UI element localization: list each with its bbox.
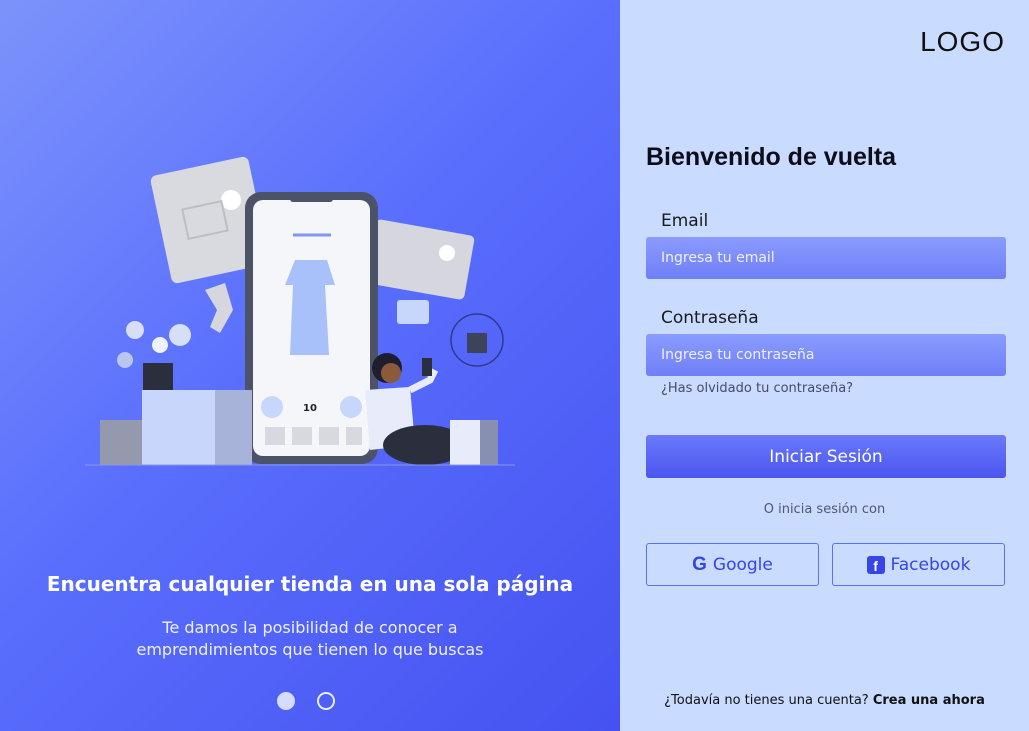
- email-placeholder: Ingresa tu email: [661, 250, 775, 266]
- hero-subtitle-line2: emprendimientos que tienen lo que buscas: [136, 640, 484, 659]
- google-label: Google: [712, 554, 773, 575]
- hero-title: Encuentra cualquier tienda en una sola p…: [46, 572, 574, 596]
- or-divider-text: O inicia sesión con: [763, 502, 886, 517]
- carousel-dots: [277, 692, 335, 710]
- hero-subtitle-line1: Te damos la posibilidad de conocer a: [162, 618, 458, 637]
- signup-prompt-text: ¿Todavía no tienes una cuenta?: [664, 693, 869, 708]
- google-login-button[interactable]: G Google: [646, 543, 819, 586]
- login-panel: LOGO Bienvenido de vuelta Email Ingresa …: [620, 0, 1029, 731]
- password-placeholder: Ingresa tu contraseña: [661, 347, 815, 363]
- logo: LOGO: [920, 26, 1005, 57]
- login-button-label: Iniciar Sesión: [769, 446, 883, 467]
- facebook-label: Facebook: [890, 554, 971, 575]
- hero-panel: 10 Encuentra cualquier tienda en una sol…: [0, 0, 620, 731]
- hero-subtitle: Te damos la posibilidad de conocer a emp…: [110, 617, 510, 661]
- signup-prompt: ¿Todavía no tienes una cuenta? Crea una …: [620, 693, 1029, 708]
- price-text: 10: [303, 403, 317, 414]
- carousel-dot-2[interactable]: [317, 692, 335, 710]
- signup-link[interactable]: Crea una ahora: [873, 693, 985, 708]
- carousel-dot-1[interactable]: [277, 692, 295, 710]
- email-label: Email: [661, 211, 709, 231]
- password-field[interactable]: Ingresa tu contraseña: [646, 334, 1006, 376]
- password-label: Contraseña: [661, 308, 759, 328]
- shopping-illustration: 10: [85, 156, 515, 466]
- email-field[interactable]: Ingresa tu email: [646, 237, 1006, 279]
- google-icon: G: [692, 553, 707, 575]
- login-button[interactable]: Iniciar Sesión: [646, 435, 1006, 478]
- facebook-icon: f: [866, 555, 885, 574]
- page-title: Bienvenido de vuelta: [646, 143, 897, 171]
- forgot-password-link[interactable]: ¿Has olvidado tu contraseña?: [661, 381, 853, 396]
- facebook-login-button[interactable]: f Facebook: [832, 543, 1005, 586]
